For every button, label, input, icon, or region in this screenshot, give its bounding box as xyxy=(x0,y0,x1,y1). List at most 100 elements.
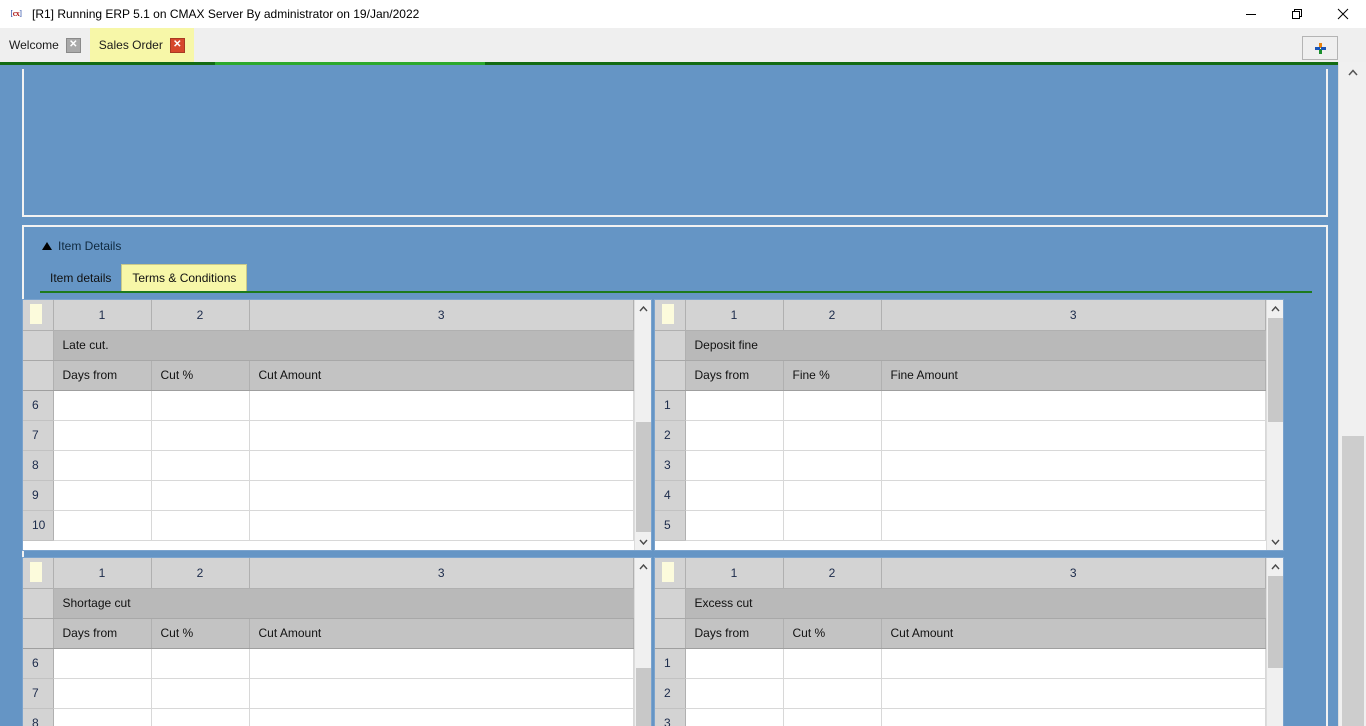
grid-cell[interactable] xyxy=(53,390,151,420)
column-header[interactable]: Days from xyxy=(685,618,783,648)
row-number[interactable]: 8 xyxy=(23,450,53,480)
grid-cell[interactable] xyxy=(249,390,634,420)
grid-cell[interactable] xyxy=(881,480,1266,510)
subtab-terms-conditions[interactable]: Terms & Conditions xyxy=(121,264,247,291)
grid-vertical-scrollbar[interactable] xyxy=(1266,300,1283,550)
grid-cell[interactable] xyxy=(53,708,151,726)
minimize-button[interactable] xyxy=(1228,0,1274,28)
row-number[interactable]: 2 xyxy=(655,420,685,450)
grid-cell[interactable] xyxy=(881,390,1266,420)
grid-cell[interactable] xyxy=(685,648,783,678)
grid-cell[interactable] xyxy=(783,648,881,678)
grid-cell[interactable] xyxy=(151,420,249,450)
column-number[interactable]: 2 xyxy=(151,300,249,330)
grid-cell[interactable] xyxy=(53,420,151,450)
grid-cell[interactable] xyxy=(249,708,634,726)
workspace-vertical-scrollbar[interactable] xyxy=(1338,62,1366,726)
column-header[interactable]: Fine % xyxy=(783,360,881,390)
column-header[interactable]: Cut % xyxy=(151,360,249,390)
row-number[interactable]: 1 xyxy=(655,648,685,678)
column-header[interactable]: Fine Amount xyxy=(881,360,1266,390)
tab-sales-order[interactable]: Sales Order ✕ xyxy=(90,28,194,62)
restore-button[interactable] xyxy=(1274,0,1320,28)
grid-cell[interactable] xyxy=(151,450,249,480)
scrollbar-thumb[interactable] xyxy=(636,668,651,726)
grid-vertical-scrollbar[interactable] xyxy=(634,558,651,726)
grid-cell[interactable] xyxy=(881,420,1266,450)
grid-cell[interactable] xyxy=(249,678,634,708)
row-number[interactable]: 2 xyxy=(655,678,685,708)
select-all-cell[interactable] xyxy=(655,558,685,588)
grid-cell[interactable] xyxy=(881,648,1266,678)
grid-cell[interactable] xyxy=(53,678,151,708)
scroll-down-icon[interactable] xyxy=(635,533,652,550)
close-button[interactable] xyxy=(1320,0,1366,28)
scrollbar-thumb[interactable] xyxy=(1268,576,1283,668)
grid-cell[interactable] xyxy=(881,450,1266,480)
grid-cell[interactable] xyxy=(249,420,634,450)
grid-cell[interactable] xyxy=(249,450,634,480)
scroll-down-icon[interactable] xyxy=(1267,533,1284,550)
column-number[interactable]: 2 xyxy=(783,558,881,588)
column-number[interactable]: 3 xyxy=(881,300,1266,330)
grid-cell[interactable] xyxy=(685,510,783,540)
triangle-up-icon[interactable] xyxy=(42,242,52,250)
grid-cell[interactable] xyxy=(249,510,634,540)
tab-welcome[interactable]: Welcome ✕ xyxy=(0,28,90,62)
column-header[interactable]: Days from xyxy=(685,360,783,390)
grid-vertical-scrollbar[interactable] xyxy=(634,300,651,550)
scrollbar-thumb[interactable] xyxy=(1268,318,1283,422)
select-all-cell[interactable] xyxy=(23,558,53,588)
row-number[interactable]: 6 xyxy=(23,390,53,420)
column-header[interactable]: Cut Amount xyxy=(881,618,1266,648)
column-number[interactable]: 3 xyxy=(249,558,634,588)
grid-cell[interactable] xyxy=(151,480,249,510)
grid-cell[interactable] xyxy=(685,450,783,480)
grid-cell[interactable] xyxy=(53,480,151,510)
row-number[interactable]: 9 xyxy=(23,480,53,510)
scroll-up-icon[interactable] xyxy=(1339,62,1366,82)
column-number[interactable]: 1 xyxy=(53,558,151,588)
grid-cell[interactable] xyxy=(783,480,881,510)
row-number[interactable]: 1 xyxy=(655,390,685,420)
column-number[interactable]: 2 xyxy=(151,558,249,588)
select-all-cell[interactable] xyxy=(23,300,53,330)
column-number[interactable]: 3 xyxy=(881,558,1266,588)
tab-close-icon[interactable]: ✕ xyxy=(170,38,185,53)
item-details-header[interactable]: Item Details xyxy=(42,239,121,253)
scroll-up-icon[interactable] xyxy=(1267,300,1284,317)
row-number[interactable]: 7 xyxy=(23,678,53,708)
grid-cell[interactable] xyxy=(783,450,881,480)
grid-cell[interactable] xyxy=(53,648,151,678)
row-number[interactable]: 6 xyxy=(23,648,53,678)
scrollbar-thumb[interactable] xyxy=(636,422,651,532)
grid-cell[interactable] xyxy=(783,510,881,540)
scrollbar-thumb[interactable] xyxy=(1342,436,1364,726)
grid-cell[interactable] xyxy=(685,390,783,420)
grid-cell[interactable] xyxy=(881,510,1266,540)
grid-cell[interactable] xyxy=(881,678,1266,708)
subtab-item-details[interactable]: Item details xyxy=(40,264,121,291)
grid-cell[interactable] xyxy=(685,420,783,450)
grid-cell[interactable] xyxy=(53,510,151,540)
grid-cell[interactable] xyxy=(151,648,249,678)
column-header[interactable]: Days from xyxy=(53,360,151,390)
grid-cell[interactable] xyxy=(151,510,249,540)
scroll-up-icon[interactable] xyxy=(1267,558,1284,575)
grid-cell[interactable] xyxy=(151,708,249,726)
grid-cell[interactable] xyxy=(685,678,783,708)
column-number[interactable]: 1 xyxy=(685,300,783,330)
row-number[interactable]: 4 xyxy=(655,480,685,510)
select-all-cell[interactable] xyxy=(655,300,685,330)
column-number[interactable]: 3 xyxy=(249,300,634,330)
scroll-up-icon[interactable] xyxy=(635,300,652,317)
column-number[interactable]: 2 xyxy=(783,300,881,330)
tab-close-icon[interactable]: ✕ xyxy=(66,38,81,53)
column-number[interactable]: 1 xyxy=(685,558,783,588)
grid-cell[interactable] xyxy=(249,480,634,510)
column-number[interactable]: 1 xyxy=(53,300,151,330)
row-number[interactable]: 3 xyxy=(655,450,685,480)
grid-vertical-scrollbar[interactable] xyxy=(1266,558,1283,726)
grid-cell[interactable] xyxy=(783,390,881,420)
new-tab-button[interactable] xyxy=(1302,36,1338,60)
